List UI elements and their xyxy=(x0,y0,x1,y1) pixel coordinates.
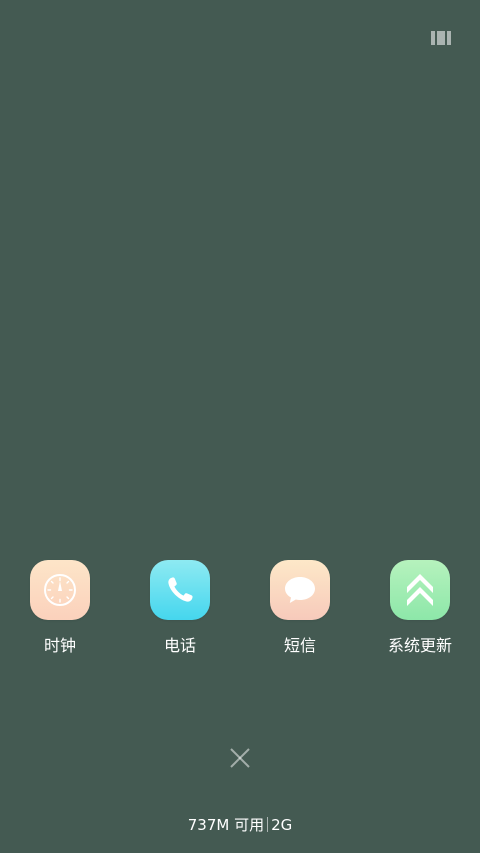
app-messages[interactable]: 短信 xyxy=(240,560,360,656)
app-label-phone: 电话 xyxy=(163,636,196,655)
close-recents-button[interactable] xyxy=(226,744,254,772)
app-clock[interactable]: 时钟 xyxy=(0,560,120,656)
app-phone[interactable]: 电话 xyxy=(120,560,240,656)
double-chevron-up-icon xyxy=(407,574,433,606)
app-label-clock: 时钟 xyxy=(43,636,76,655)
message-bubble-icon xyxy=(285,577,315,603)
memory-separator xyxy=(267,817,269,832)
phone-icon xyxy=(168,577,193,602)
messages-app-icon[interactable] xyxy=(270,560,330,620)
recent-apps-row: 时钟 电话 短信 系统更新 xyxy=(0,560,480,660)
clock-icon xyxy=(44,574,76,606)
clock-app-icon[interactable] xyxy=(30,560,90,620)
app-label-messages: 短信 xyxy=(283,636,316,655)
close-icon xyxy=(230,748,250,768)
system-update-app-icon[interactable] xyxy=(390,560,450,620)
memory-status: 737M 可用 2G xyxy=(0,815,480,835)
multi-window-toggle-icon[interactable] xyxy=(431,31,451,45)
memory-total: 2G xyxy=(271,816,293,834)
app-label-system-update: 系统更新 xyxy=(387,636,452,655)
memory-available: 737M 可用 xyxy=(187,816,265,834)
phone-app-icon[interactable] xyxy=(150,560,210,620)
app-system-update[interactable]: 系统更新 xyxy=(360,560,480,656)
